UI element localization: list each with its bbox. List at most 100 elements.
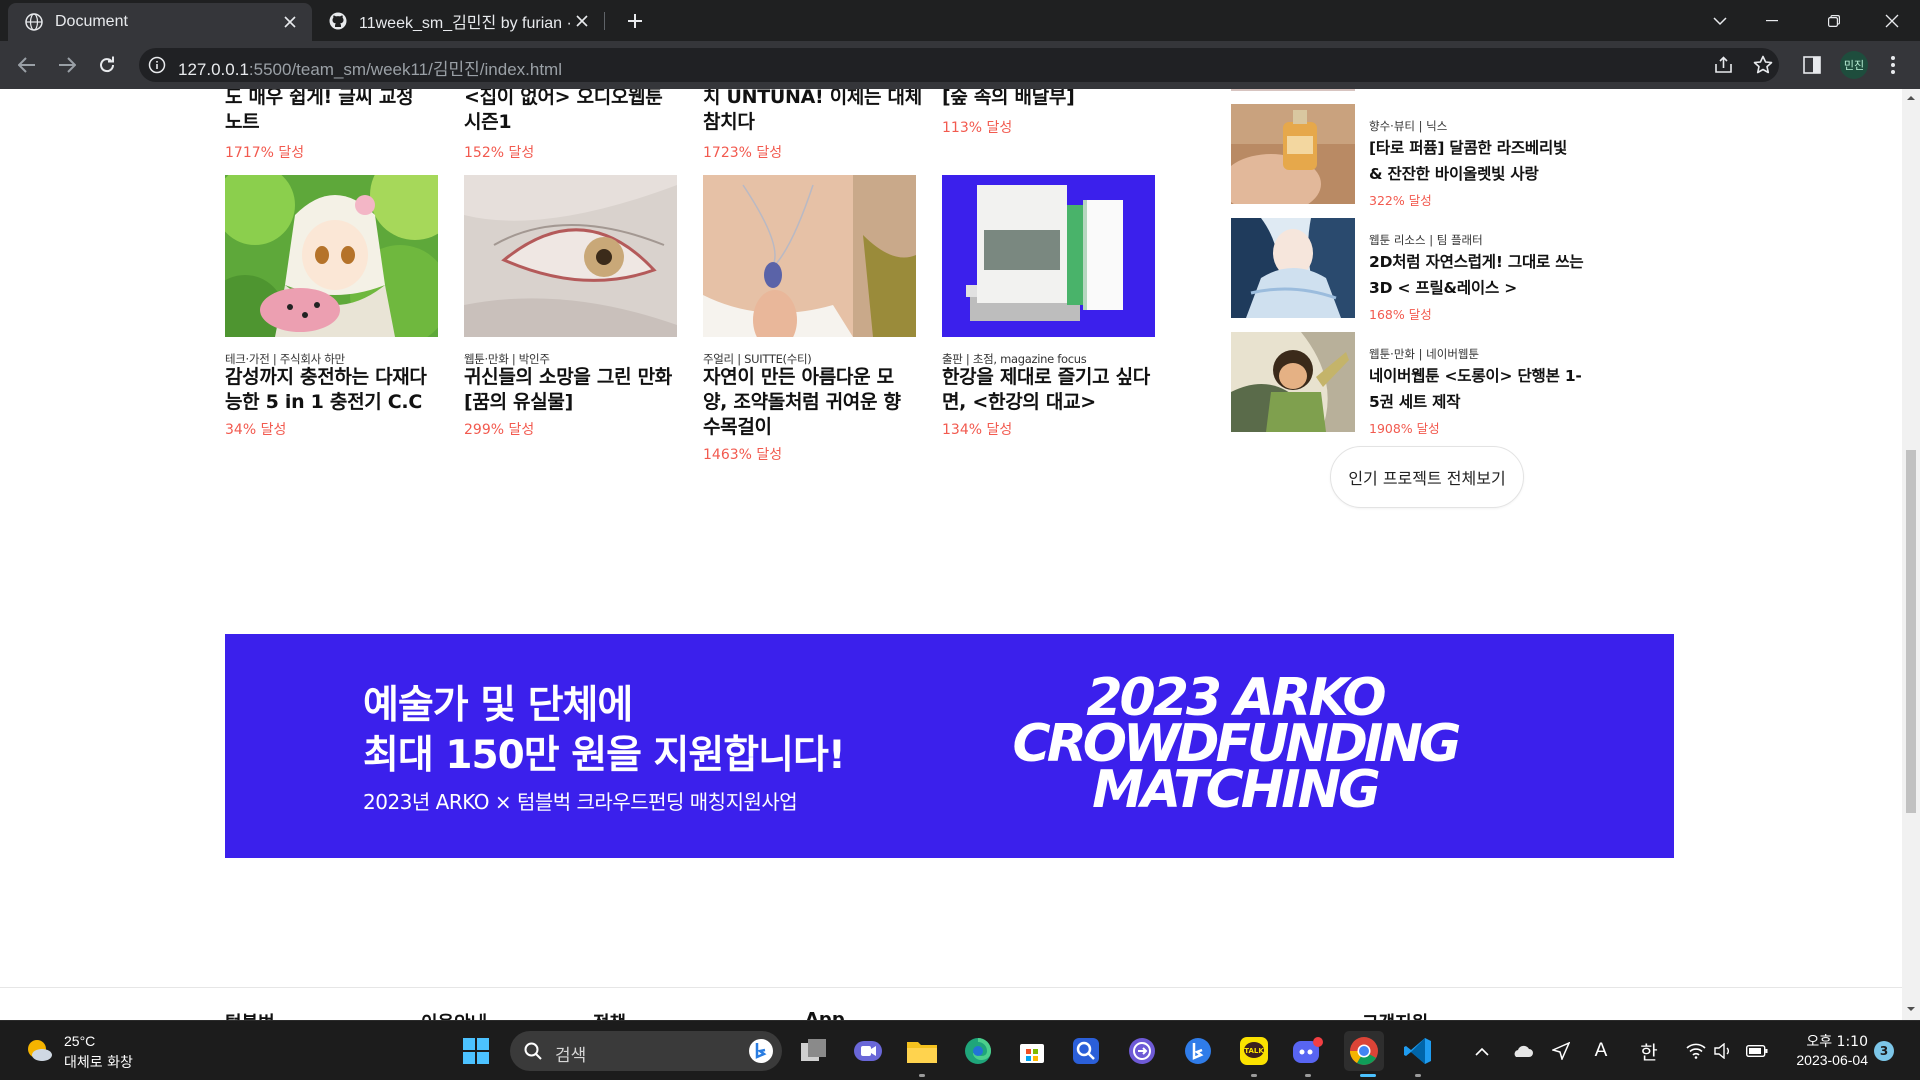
popular-thumbnail[interactable] bbox=[1231, 332, 1355, 432]
store-icon[interactable] bbox=[1014, 1033, 1050, 1069]
battery-icon[interactable] bbox=[1744, 1039, 1770, 1063]
running-indicator bbox=[919, 1074, 925, 1077]
card-rate: 34% 달성 bbox=[225, 422, 287, 438]
discord-icon[interactable] bbox=[1290, 1033, 1326, 1069]
popular-category[interactable]: 웹툰 리소스 | 팀 플래터 bbox=[1369, 232, 1483, 248]
bing-app-icon[interactable] bbox=[1180, 1033, 1216, 1069]
arrow-left-icon bbox=[18, 57, 35, 73]
window-close-button[interactable] bbox=[1864, 0, 1920, 41]
view-all-popular-button[interactable]: 인기 프로젝트 전체보기 bbox=[1330, 446, 1524, 508]
github-icon bbox=[329, 12, 347, 30]
back-button[interactable] bbox=[15, 53, 39, 77]
kakaotalk-icon[interactable]: TALK bbox=[1236, 1033, 1272, 1069]
banner-logo-line-3: MATCHING bbox=[1092, 760, 1381, 820]
clock-date[interactable]: 2023-06-04 bbox=[1784, 1052, 1868, 1068]
card-title[interactable]: <집이 없어> 오디오웹툰 시즌1 bbox=[464, 89, 684, 135]
file-explorer-icon[interactable] bbox=[904, 1033, 940, 1069]
vscode-icon[interactable] bbox=[1400, 1033, 1436, 1069]
chevron-down-icon bbox=[1713, 16, 1727, 25]
card-title[interactable]: 치 UNTUNA! 이제는 대체 참치다 bbox=[703, 89, 933, 135]
menu-button[interactable] bbox=[1881, 53, 1905, 77]
tab-github[interactable]: 11week_sm_김민진 by furian · P bbox=[312, 0, 604, 41]
tab-search-button[interactable] bbox=[1692, 0, 1748, 41]
running-indicator bbox=[1251, 1074, 1257, 1077]
scroll-thumb[interactable] bbox=[1906, 450, 1916, 813]
card-title[interactable]: 한강을 제대로 즐기고 싶다 면, <한강의 대교> bbox=[942, 365, 1172, 415]
share-button[interactable] bbox=[1712, 53, 1736, 77]
edge-icon[interactable] bbox=[960, 1033, 996, 1069]
card-title[interactable]: 귀신들의 소망을 그린 만화 [꿈의 유실물] bbox=[464, 365, 694, 415]
card-rate: 1463% 달성 bbox=[703, 447, 783, 463]
weather-icon[interactable] bbox=[24, 1035, 54, 1065]
popular-category[interactable]: 향수·뷰티 | 닉스 bbox=[1369, 118, 1447, 134]
bookmark-button[interactable] bbox=[1751, 53, 1775, 77]
card-title[interactable]: 도 매우 쉽게! 글씨 교정 노트 bbox=[225, 89, 445, 135]
popular-thumbnail[interactable] bbox=[1231, 218, 1355, 318]
popular-rate: 168% 달성 bbox=[1369, 307, 1432, 322]
weather-description[interactable]: 대체로 화창 bbox=[64, 1052, 133, 1072]
url-text: 127.0.0.1:5500/team_sm/week11/김민진/index.… bbox=[178, 55, 562, 80]
popular-category[interactable]: 웹툰·만화 | 네이버웹툰 bbox=[1369, 346, 1479, 362]
title-line: 귀신들의 소망을 그린 만화 bbox=[464, 366, 672, 388]
notification-badge[interactable]: 3 bbox=[1874, 1041, 1894, 1061]
reload-button[interactable] bbox=[95, 53, 119, 77]
minimize-button[interactable] bbox=[1744, 0, 1800, 41]
footer-heading: 이용안내 bbox=[421, 1009, 487, 1020]
close-icon[interactable] bbox=[570, 9, 594, 33]
title-line: 3D < 프릴&레이스 > bbox=[1369, 279, 1518, 297]
card-thumbnail[interactable] bbox=[464, 175, 677, 337]
title-line: 노트 bbox=[225, 111, 260, 133]
clock-time[interactable]: 오후 1:10 bbox=[1800, 1031, 1868, 1051]
share-icon bbox=[1715, 56, 1732, 73]
onedrive-icon[interactable] bbox=[1510, 1039, 1534, 1063]
page-scrollbar[interactable] bbox=[1902, 89, 1920, 1020]
ime-language[interactable]: 한 bbox=[1636, 1039, 1662, 1064]
globe-icon bbox=[25, 13, 43, 31]
weather-temperature[interactable]: 25°C bbox=[64, 1033, 95, 1049]
wifi-icon[interactable] bbox=[1684, 1039, 1708, 1063]
task-view-icon[interactable] bbox=[796, 1033, 832, 1069]
browser-tab-strip: Document 11week_sm_김민진 by furian · P bbox=[0, 0, 1920, 41]
start-button[interactable] bbox=[458, 1033, 494, 1069]
card-title[interactable]: [숲 속의 배달부] bbox=[942, 89, 1162, 110]
title-line: 시즌1 bbox=[464, 111, 512, 133]
popular-thumbnail[interactable] bbox=[1231, 104, 1355, 204]
send-icon[interactable] bbox=[1550, 1039, 1572, 1063]
info-icon[interactable] bbox=[148, 56, 166, 74]
profile-avatar[interactable]: 민진 bbox=[1840, 51, 1868, 79]
tab-document[interactable]: Document bbox=[8, 3, 312, 41]
running-indicator bbox=[1415, 1074, 1421, 1077]
card-title[interactable]: 감성까지 충전하는 다재다 능한 5 in 1 충전기 C.C bbox=[225, 365, 450, 415]
volume-icon[interactable] bbox=[1712, 1039, 1734, 1063]
windows-icon bbox=[463, 1038, 489, 1064]
title-line: [타로 퍼퓸] 달콤한 라즈베리빛 bbox=[1369, 139, 1568, 157]
new-tab-button[interactable] bbox=[622, 8, 648, 34]
side-panel-button[interactable] bbox=[1800, 53, 1824, 77]
card-thumbnail[interactable] bbox=[703, 175, 916, 337]
app-icon-purple-arrow[interactable] bbox=[1124, 1033, 1160, 1069]
popular-title[interactable]: 네이버웹툰 <도롱이> 단행본 1- 5권 세트 제작 bbox=[1369, 363, 1609, 415]
close-icon bbox=[1885, 14, 1899, 27]
popular-title[interactable]: 2D처럼 자연스럽게! 그대로 쓰는 3D < 프릴&레이스 > bbox=[1369, 249, 1609, 301]
close-icon[interactable] bbox=[278, 10, 302, 34]
restore-button[interactable] bbox=[1806, 0, 1862, 41]
star-icon bbox=[1753, 55, 1773, 74]
ime-mode[interactable]: A bbox=[1590, 1039, 1612, 1063]
title-line: & 잔잔한 바이올렛빛 사랑 bbox=[1369, 165, 1539, 183]
title-line: [숲 속의 배달부] bbox=[942, 89, 1075, 108]
promo-banner[interactable]: 예술가 및 단체에 최대 150만 원을 지원합니다! 2023년 ARKO ×… bbox=[225, 634, 1674, 858]
chrome-icon[interactable] bbox=[1344, 1031, 1384, 1071]
forward-button[interactable] bbox=[55, 53, 79, 77]
app-icon-search-blue[interactable] bbox=[1068, 1033, 1104, 1069]
title-line: 면, <한강의 대교> bbox=[942, 391, 1096, 413]
teams-chat-icon[interactable] bbox=[850, 1033, 886, 1069]
card-thumbnail[interactable] bbox=[942, 175, 1155, 337]
title-line: 5권 세트 제작 bbox=[1369, 393, 1461, 411]
bing-icon[interactable] bbox=[748, 1038, 774, 1064]
popular-title[interactable]: [타로 퍼퓸] 달콤한 라즈베리빛 & 잔잔한 바이올렛빛 사랑 bbox=[1369, 135, 1609, 187]
taskbar-search[interactable] bbox=[510, 1031, 782, 1071]
card-thumbnail[interactable] bbox=[225, 175, 438, 337]
chevron-up-icon[interactable] bbox=[1474, 1039, 1490, 1063]
card-title[interactable]: 자연이 만든 아름다운 모 양, 조약돌처럼 귀여운 향 수목걸이 bbox=[703, 365, 933, 440]
popular-rate: 322% 달성 bbox=[1369, 193, 1432, 208]
